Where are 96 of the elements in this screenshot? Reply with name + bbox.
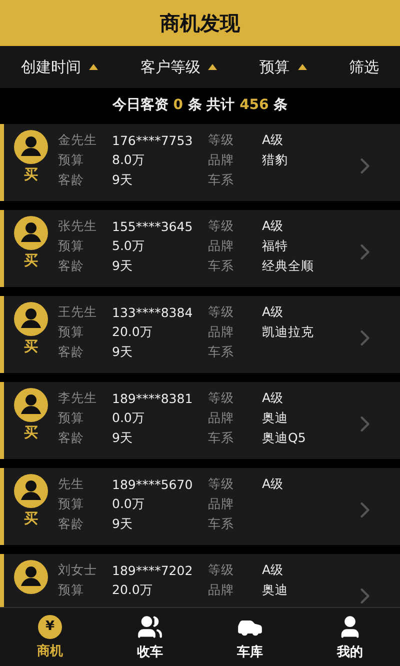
page-title: 商机发现 [160, 10, 240, 36]
field-label: 等级 [208, 304, 235, 320]
lead-card[interactable]: 刘女士 189****7202 等级 A级 预算 20.0万 品牌 奥迪 [0, 554, 400, 607]
phone-number: 189****8381 [112, 390, 194, 406]
sort-caret-icon [298, 64, 307, 70]
field-label: 等级 [208, 390, 235, 406]
nav-tab[interactable]: 收车 [100, 608, 200, 666]
lead-summary: 今日客资 0 条 共计 456 条 [112, 96, 288, 114]
avatar-icon [14, 388, 48, 422]
field-label: 客龄 [58, 430, 85, 446]
nav-tab[interactable]: 车库 [200, 608, 300, 666]
field-label: 客龄 [58, 344, 85, 360]
phone-number: 155****3645 [112, 218, 194, 234]
field-value: A级 [262, 132, 285, 148]
field-value: 福特 [262, 238, 289, 254]
customer-name: 刘女士 [58, 562, 98, 578]
lead-card[interactable]: 买 张先生 155****3645 等级 A级 预算 5.0万 品牌 福特 客龄 9天 车系 经典全顺 [0, 210, 400, 287]
field-label: 客龄 [58, 258, 85, 274]
field-value: 8.0万 [112, 152, 146, 168]
field-label: 预算 [58, 496, 85, 512]
field-label: 预算 [58, 410, 85, 426]
field-label: 预算 [58, 238, 85, 254]
field-label: 车系 [208, 516, 235, 532]
yen-coin-icon: ¥ [38, 614, 62, 638]
field-value: 奥迪 [262, 582, 289, 598]
field-value: 经典全顺 [262, 258, 315, 274]
field-label: 品牌 [208, 496, 235, 512]
field-value: 猎豹 [262, 152, 289, 168]
field-value: 9天 [112, 344, 134, 360]
field-label: 等级 [208, 132, 235, 148]
field-value: 奥迪Q5 [262, 430, 307, 446]
field-value: 奥迪 [262, 410, 289, 426]
nav-tab[interactable]: ¥ 商机 [0, 608, 100, 666]
filter-button[interactable]: 预算 [256, 54, 311, 80]
field-value: A级 [262, 562, 285, 578]
filter-button[interactable]: 客户等级 [136, 54, 222, 80]
field-label: 预算 [58, 324, 85, 340]
avatar-icon [14, 302, 48, 336]
avatar-icon [14, 560, 48, 594]
customer-name: 李先生 [58, 390, 98, 406]
field-value: A级 [262, 304, 285, 320]
field-label: 车系 [208, 344, 235, 360]
field-value: 9天 [112, 516, 134, 532]
field-label: 客龄 [58, 172, 85, 188]
field-value: A级 [262, 476, 285, 492]
buy-tag: 买 [24, 166, 38, 184]
field-value: 5.0万 [112, 238, 146, 254]
avatar-icon [14, 474, 48, 508]
customer-name: 王先生 [58, 304, 98, 320]
sort-caret-icon [208, 64, 218, 70]
avatar-icon [14, 130, 48, 164]
field-label: 品牌 [208, 410, 235, 426]
field-value: 9天 [112, 430, 134, 446]
buy-tag: 买 [24, 510, 38, 528]
buy-tag: 买 [24, 338, 38, 356]
lead-card[interactable]: 买 王先生 133****8384 等级 A级 预算 20.0万 品牌 凯迪拉克 客龄 9天 车系 [0, 296, 400, 373]
avatar-icon [14, 216, 48, 250]
field-label: 品牌 [208, 324, 235, 340]
field-value: 0.0万 [112, 410, 146, 426]
field-value: 凯迪拉克 [262, 324, 315, 340]
filter-button[interactable]: 创建时间 [17, 54, 102, 80]
customer-name: 金先生 [58, 132, 98, 148]
field-value: 20.0万 [112, 582, 154, 598]
lead-card[interactable]: 买 先生 189****5670 等级 A级 预算 0.0万 品牌 客龄 9天 车系 [0, 468, 400, 545]
lead-card[interactable]: 买 李先生 189****8381 等级 A级 预算 0.0万 品牌 奥迪 客龄 9天 车系 奥迪Q5 [0, 382, 400, 459]
field-value: A级 [262, 390, 285, 406]
field-value: 20.0万 [112, 324, 154, 340]
customer-name: 张先生 [58, 218, 98, 234]
phone-number: 189****7202 [112, 562, 194, 578]
field-value: 9天 [112, 172, 134, 188]
field-label: 等级 [208, 562, 235, 578]
field-label: 车系 [208, 258, 235, 274]
people-icon [137, 614, 163, 640]
field-label: 预算 [58, 582, 85, 598]
field-label: 车系 [208, 430, 235, 446]
field-label: 客龄 [58, 516, 85, 532]
field-label: 品牌 [208, 582, 235, 598]
field-value: 0.0万 [112, 496, 146, 512]
customer-name: 先生 [58, 476, 85, 492]
phone-number: 189****5670 [112, 476, 194, 492]
field-value: A级 [262, 218, 285, 234]
field-label: 品牌 [208, 238, 235, 254]
field-label: 等级 [208, 218, 235, 234]
lead-card[interactable]: 买 金先生 176****7753 等级 A级 预算 8.0万 品牌 猎豹 客龄 9天 车系 [0, 124, 400, 201]
field-label: 车系 [208, 172, 235, 188]
phone-number: 176****7753 [112, 132, 194, 148]
field-label: 等级 [208, 476, 235, 492]
sort-caret-icon [89, 64, 98, 70]
nav-tab[interactable]: 我的 [300, 608, 400, 666]
buy-tag: 买 [24, 252, 38, 270]
field-label: 预算 [58, 152, 85, 168]
field-value: 9天 [112, 258, 134, 274]
field-label: 品牌 [208, 152, 235, 168]
buy-tag: 买 [24, 424, 38, 442]
filter-button[interactable]: 筛选 [344, 54, 383, 80]
phone-number: 133****8384 [112, 304, 194, 320]
